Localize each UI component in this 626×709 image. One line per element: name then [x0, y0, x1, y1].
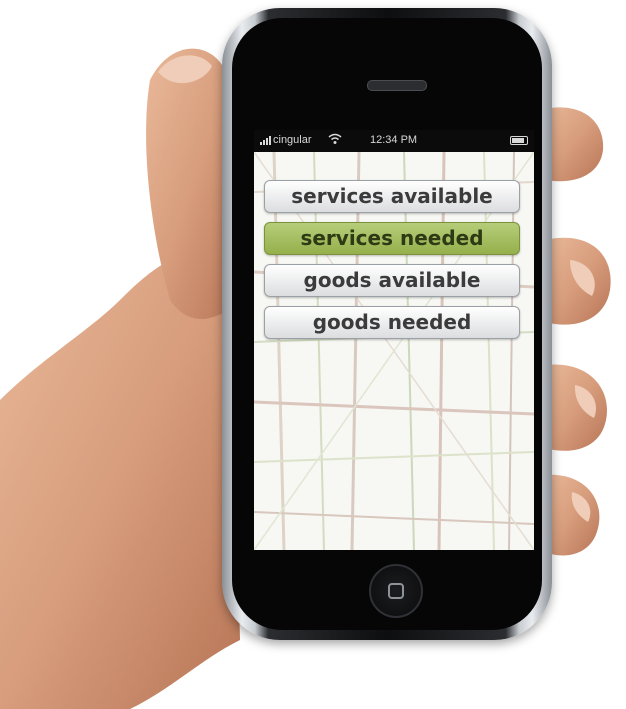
- carrier-label: cingular: [260, 134, 312, 146]
- goods-needed-button[interactable]: goods needed: [264, 306, 520, 339]
- services-needed-button[interactable]: services needed: [264, 222, 520, 255]
- status-bar: cingular 12:34 PM: [254, 130, 534, 152]
- wifi-icon: [328, 133, 342, 144]
- carrier-name: cingular: [273, 134, 312, 146]
- phone-device: cingular 12:34 PM services available ser…: [222, 8, 552, 640]
- status-time: 12:34 PM: [370, 134, 418, 146]
- goods-available-button[interactable]: goods available: [264, 264, 520, 297]
- phone-scene: cingular 12:34 PM services available ser…: [0, 0, 626, 709]
- main-menu: services available services needed goods…: [264, 180, 520, 348]
- home-square-icon: [388, 583, 404, 599]
- earpiece-speaker: [367, 80, 427, 91]
- signal-icon: [260, 135, 271, 145]
- phone-screen: cingular 12:34 PM services available ser…: [254, 130, 534, 550]
- home-button[interactable]: [369, 564, 423, 618]
- app-content: services available services needed goods…: [254, 152, 534, 550]
- services-available-button[interactable]: services available: [264, 180, 520, 213]
- battery-icon: [510, 136, 528, 145]
- phone-bezel: cingular 12:34 PM services available ser…: [232, 18, 542, 630]
